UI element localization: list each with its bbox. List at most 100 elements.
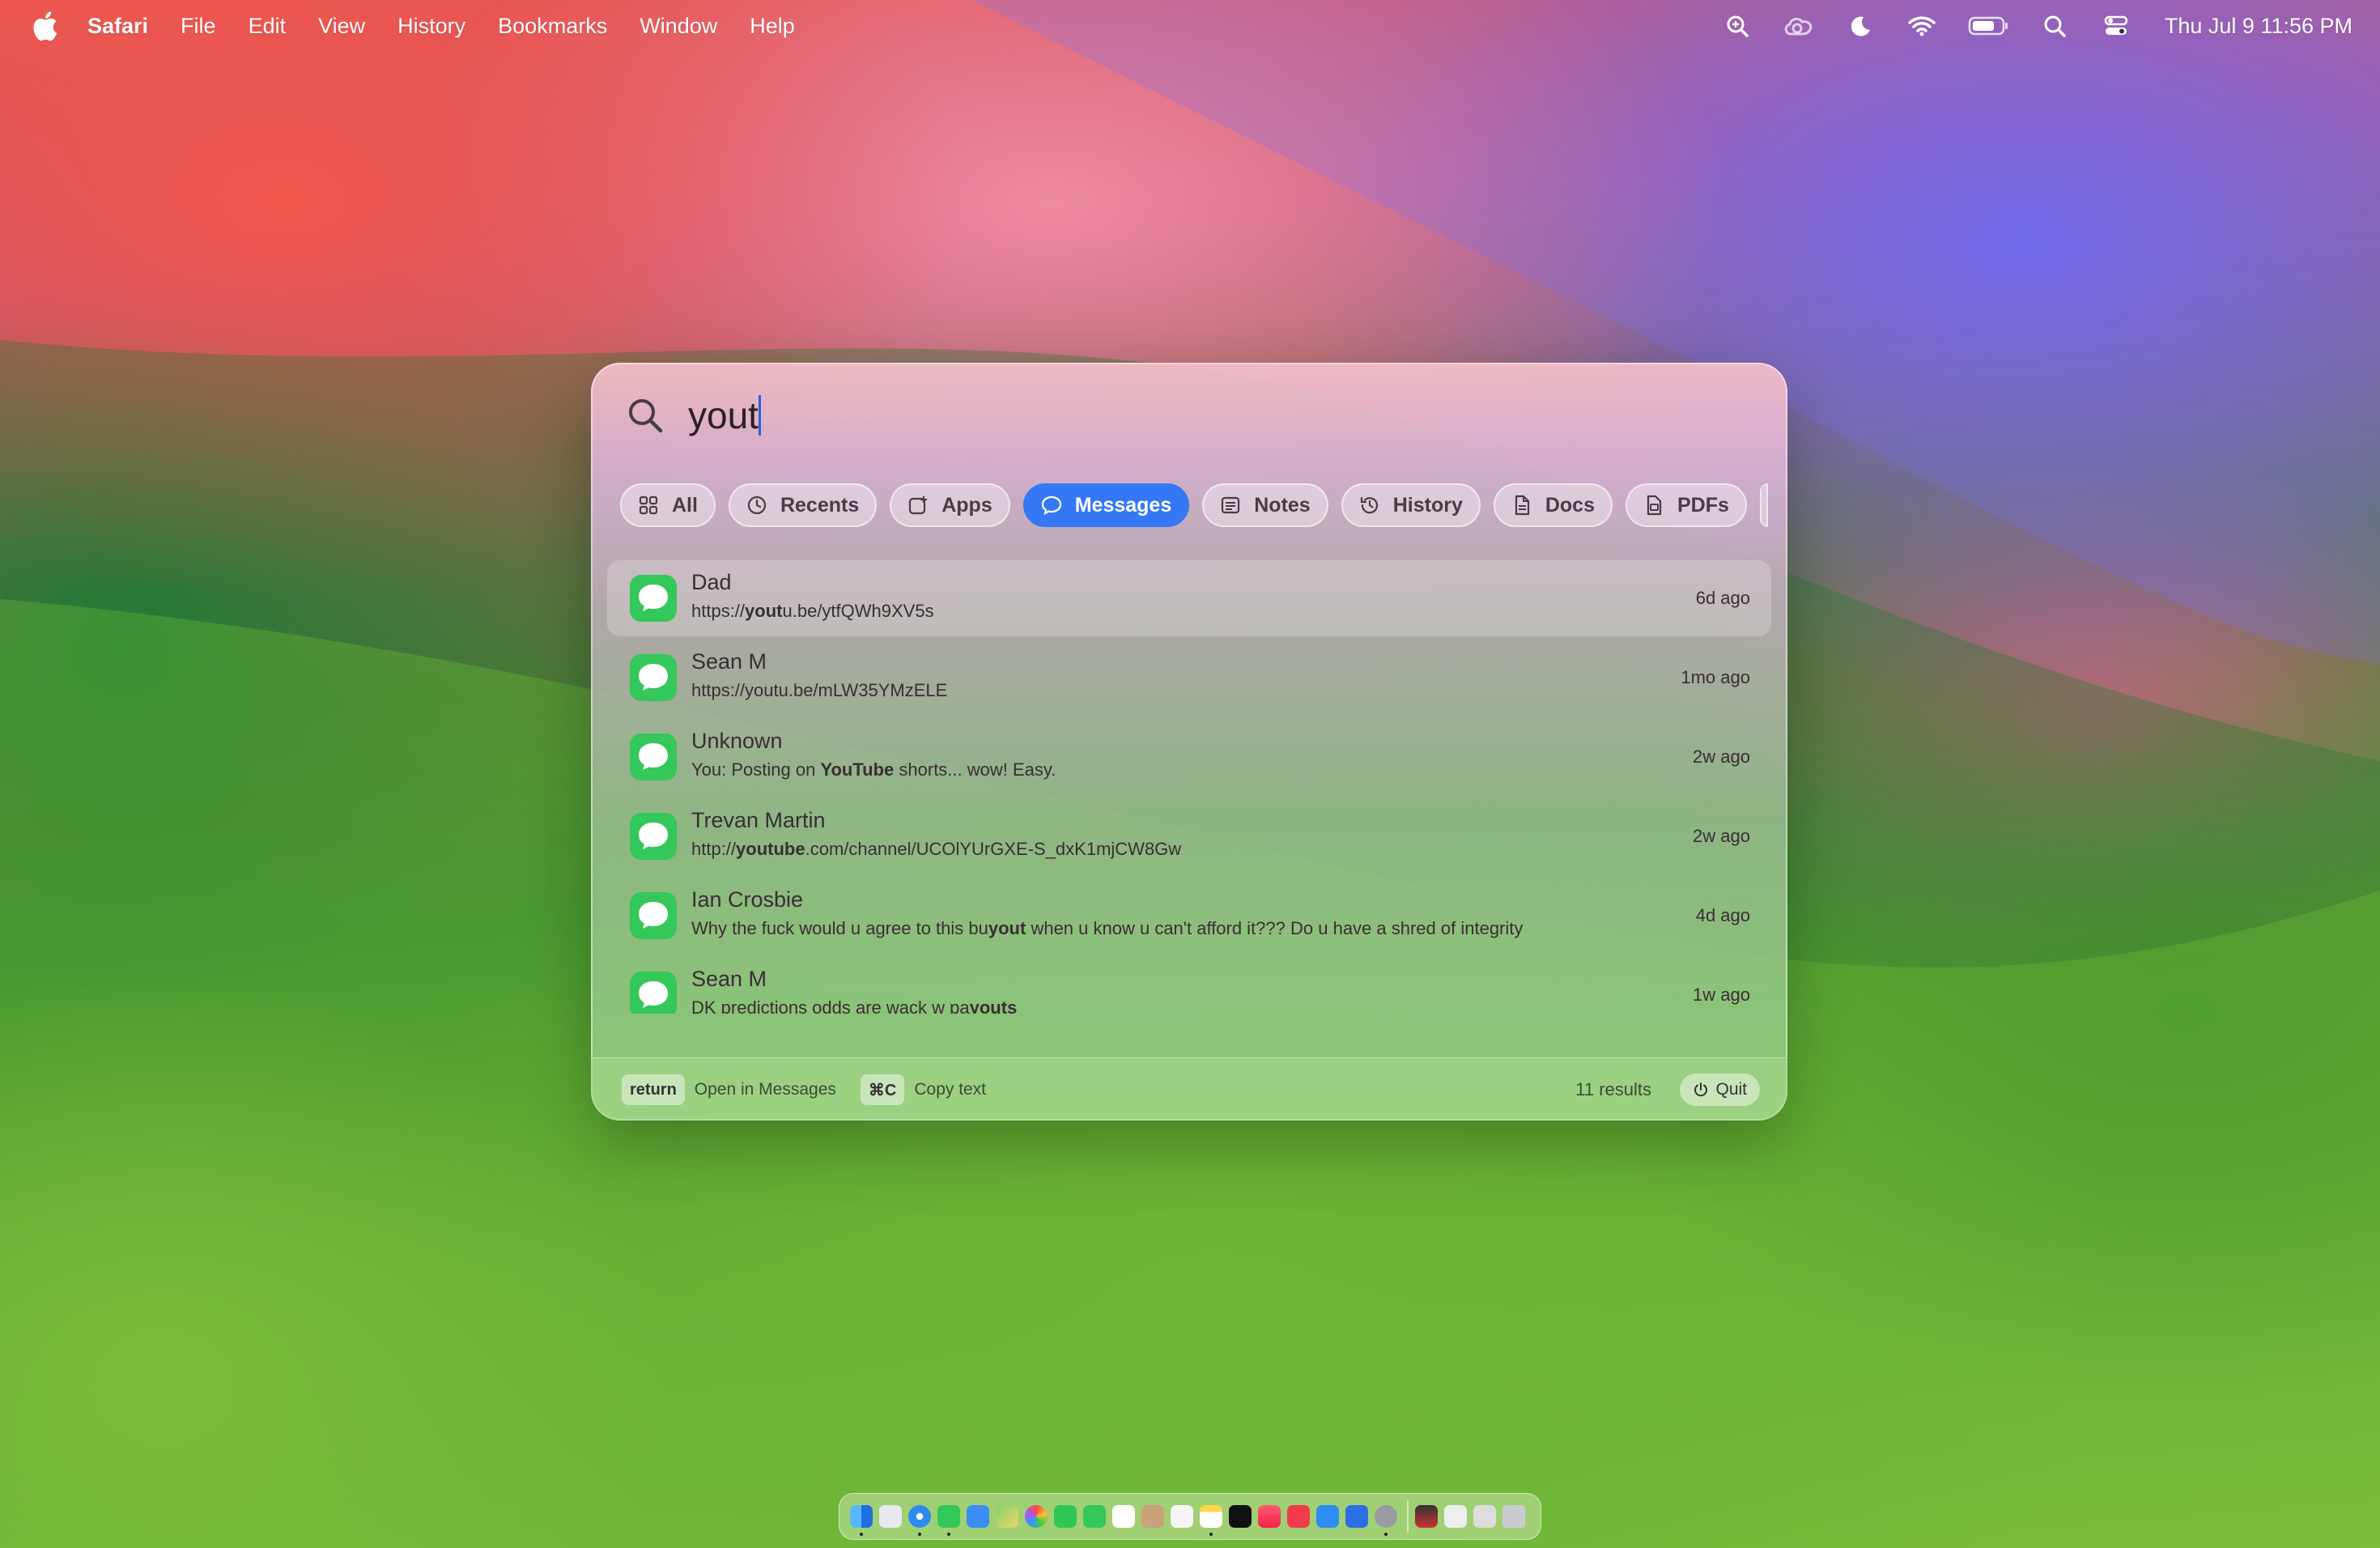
menu-help[interactable]: Help <box>750 14 795 39</box>
result-row[interactable]: Sean M DK predictions odds are wack w pa… <box>607 957 1771 1014</box>
menu-history[interactable]: History <box>397 14 465 39</box>
quit-button[interactable]: Quit <box>1680 1074 1760 1106</box>
result-timestamp: 6d ago <box>1695 588 1750 608</box>
messages-app-icon <box>630 892 677 939</box>
menu-file[interactable]: File <box>181 14 216 39</box>
result-row[interactable]: Unknown You: Posting on YouTube shorts..… <box>607 719 1771 795</box>
result-snippet: http://youtube.com/channel/UCOlYUrGXE-S_… <box>691 839 1182 859</box>
wifi-icon[interactable] <box>1906 12 1938 40</box>
filter-recents[interactable]: Recents <box>728 483 878 527</box>
dock-separator <box>1407 1500 1409 1533</box>
trash-icon[interactable] <box>1502 1505 1525 1528</box>
messages-app-icon <box>630 654 677 701</box>
apps-icon <box>909 496 928 515</box>
spotlight-panel: yout All Recents Apps Messages Notes His… <box>591 363 1787 1121</box>
creative-cloud-icon[interactable] <box>1783 12 1815 40</box>
filter-notes-label: Notes <box>1254 493 1311 517</box>
spotlight-icon[interactable] <box>2038 12 2071 40</box>
result-contact-name: Ian Crosbie <box>691 887 804 912</box>
system-settings-icon[interactable] <box>1375 1505 1397 1536</box>
result-snippet: DK predictions odds are wack w payouts <box>691 997 1018 1014</box>
result-row[interactable]: Ian Crosbie Why the fuck would u agree t… <box>607 878 1771 954</box>
result-contact-name: Sean M <box>691 967 767 991</box>
zoom-icon[interactable] <box>1721 12 1753 40</box>
photos-icon[interactable] <box>1025 1505 1048 1528</box>
clock-icon <box>747 495 767 515</box>
text-caret <box>758 395 761 436</box>
safari-icon[interactable] <box>908 1505 931 1536</box>
messages-app-icon <box>630 972 677 1014</box>
menu-bar: Safari File Edit View History Bookmarks … <box>0 0 2380 52</box>
filter-docs[interactable]: Docs <box>1493 483 1613 527</box>
control-center-icon[interactable] <box>2100 12 2132 40</box>
search-input[interactable]: yout <box>688 393 761 437</box>
filter-all[interactable]: All <box>620 483 716 527</box>
menu-window[interactable]: Window <box>640 14 717 39</box>
menu-bookmarks[interactable]: Bookmarks <box>498 14 607 39</box>
tv-icon[interactable] <box>1229 1505 1252 1528</box>
result-contact-name: Unknown <box>691 729 783 753</box>
result-snippet: Why the fuck would u agree to this buyou… <box>691 918 1524 938</box>
history-icon <box>1360 496 1378 514</box>
results-count: 11 results <box>1575 1079 1651 1099</box>
music-icon[interactable] <box>1258 1505 1281 1528</box>
filter-docs-label: Docs <box>1545 493 1595 517</box>
messages-icon[interactable] <box>937 1505 960 1536</box>
result-row[interactable]: Trevan Martin http://youtube.com/channel… <box>607 798 1771 874</box>
downloads-stack-icon[interactable] <box>1444 1505 1467 1528</box>
app-store-icon[interactable] <box>1316 1505 1339 1528</box>
result-contact-name: Sean M <box>691 649 767 674</box>
battery-icon[interactable] <box>1967 12 2009 40</box>
menu-bar-clock[interactable]: Thu Jul 9 11:56 PM <box>2165 14 2352 39</box>
recent-document-icon[interactable] <box>1415 1505 1438 1528</box>
facetime-icon[interactable] <box>1054 1505 1077 1528</box>
result-snippet: https://youtu.be/ytfQWh9XV5s <box>691 601 934 621</box>
maps-icon[interactable] <box>996 1505 1018 1528</box>
return-key-hint: return <box>622 1074 685 1105</box>
menu-edit[interactable]: Edit <box>249 14 287 39</box>
app-menu-safari[interactable]: Safari <box>87 14 148 39</box>
filter-messages[interactable]: Messages <box>1022 483 1190 527</box>
result-snippet: You: Posting on YouTube shorts... wow! E… <box>691 759 1056 780</box>
result-contact-name: Trevan Martin <box>691 808 826 832</box>
open-in-messages-action[interactable]: Open in Messages <box>695 1080 836 1099</box>
message-bubble-icon <box>1041 495 1061 516</box>
result-timestamp: 4d ago <box>1695 905 1750 925</box>
filter-history[interactable]: History <box>1341 483 1481 527</box>
phone-icon[interactable] <box>1083 1505 1106 1528</box>
filter-apps[interactable]: Apps <box>890 483 1010 527</box>
power-icon <box>1694 1082 1708 1097</box>
menu-view[interactable]: View <box>318 14 365 39</box>
news-icon[interactable] <box>1287 1505 1310 1528</box>
documents-stack-icon[interactable] <box>1473 1505 1496 1528</box>
filter-chips: All Recents Apps Messages Notes History … <box>620 483 1768 528</box>
result-row[interactable]: Dad https://youtu.be/ytfQWh9XV5s 6d ago <box>607 560 1771 636</box>
filter-pdfs[interactable]: PDFs <box>1626 483 1747 527</box>
apple-menu-icon[interactable] <box>31 10 58 42</box>
contacts-icon[interactable] <box>1141 1505 1164 1528</box>
filter-apps-label: Apps <box>941 493 992 517</box>
search-query-text: yout <box>688 394 759 436</box>
pdf-icon <box>1647 495 1662 516</box>
filter-notes[interactable]: Notes <box>1202 483 1328 527</box>
messages-app-icon <box>630 734 677 780</box>
filter-more-overflow[interactable] <box>1759 483 1768 527</box>
calendar-icon[interactable] <box>1112 1505 1135 1528</box>
focus-moon-icon[interactable] <box>1844 12 1876 40</box>
finder-icon[interactable] <box>850 1505 873 1536</box>
filter-pdfs-label: PDFs <box>1677 493 1729 517</box>
copy-key-hint: ⌘C <box>860 1074 905 1105</box>
keynote-icon[interactable] <box>1345 1505 1368 1528</box>
result-timestamp: 1w ago <box>1693 985 1750 1005</box>
copy-text-action[interactable]: Copy text <box>914 1080 986 1099</box>
quit-label: Quit <box>1715 1080 1747 1099</box>
result-row[interactable]: Sean M https://youtu.be/mLW35YMzELE 1mo … <box>607 640 1771 716</box>
launchpad-icon[interactable] <box>879 1505 902 1528</box>
result-contact-name: Dad <box>691 570 732 594</box>
notes-app-icon[interactable] <box>1200 1505 1222 1536</box>
mail-icon[interactable] <box>967 1505 989 1528</box>
filter-all-label: All <box>672 493 698 517</box>
reminders-icon[interactable] <box>1171 1505 1193 1528</box>
filter-recents-label: Recents <box>780 493 860 517</box>
result-timestamp: 2w ago <box>1693 746 1750 767</box>
